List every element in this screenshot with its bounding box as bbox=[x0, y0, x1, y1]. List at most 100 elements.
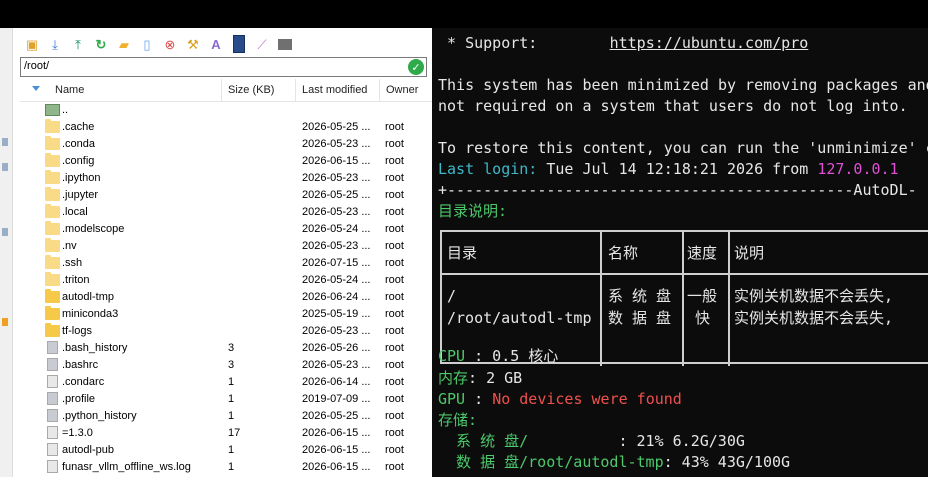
view-icon[interactable] bbox=[229, 34, 249, 54]
file-row[interactable]: .triton 2026-05-24 ... root bbox=[20, 272, 432, 289]
file-row[interactable]: =1.3.0 17 2026-06-15 ... root bbox=[20, 425, 432, 442]
autodl-divider: +---------------------------------------… bbox=[438, 181, 917, 199]
side-tab-strip[interactable] bbox=[0, 28, 13, 477]
file-row[interactable]: .nv 2026-05-23 ... root bbox=[20, 238, 432, 255]
file-row[interactable]: tf-logs 2026-05-23 ... root bbox=[20, 323, 432, 340]
download-icon[interactable]: ⤓ bbox=[45, 34, 65, 54]
file-name: autodl-pub bbox=[62, 444, 114, 456]
column-divider[interactable] bbox=[379, 79, 380, 101]
new-folder-icon[interactable]: ▰ bbox=[114, 34, 134, 54]
file-owner: root bbox=[385, 257, 404, 269]
col-modified-header[interactable]: Last modified bbox=[302, 84, 367, 96]
file-modified: 2026-05-25 ... bbox=[302, 189, 371, 201]
data-disk-label: 数 据 盘/root/autodl-tmp bbox=[438, 453, 664, 471]
file-owner: root bbox=[385, 359, 404, 371]
terminal-icon[interactable] bbox=[275, 34, 295, 54]
minimized-line-1: This system has been minimized by removi… bbox=[438, 76, 928, 94]
col-owner-header[interactable]: Owner bbox=[386, 84, 418, 96]
file-row[interactable]: .condarc 1 2026-06-14 ... root bbox=[20, 374, 432, 391]
folder-icon bbox=[45, 306, 60, 320]
file-name: funasr_vllm_offline_ws.log bbox=[62, 461, 191, 473]
rename-icon[interactable]: A bbox=[206, 34, 226, 54]
restore-line: To restore this content, you can run the… bbox=[438, 139, 928, 157]
file-icon bbox=[47, 426, 58, 439]
side-tab-marker bbox=[2, 318, 8, 326]
file-modified: 2026-05-24 ... bbox=[302, 274, 371, 286]
column-divider[interactable] bbox=[221, 79, 222, 101]
hidden-folder-icon bbox=[45, 187, 60, 201]
file-row[interactable]: autodl-tmp 2026-06-24 ... root bbox=[20, 289, 432, 306]
file-row[interactable]: .modelscope 2026-05-24 ... root bbox=[20, 221, 432, 238]
hidden-folder-icon bbox=[45, 119, 60, 133]
column-divider[interactable] bbox=[295, 79, 296, 101]
file-owner: root bbox=[385, 206, 404, 218]
file-row[interactable]: .ipython 2026-05-23 ... root bbox=[20, 170, 432, 187]
upload-icon[interactable]: ⤒ bbox=[68, 34, 88, 54]
file-row[interactable]: .bash_history 3 2026-05-26 ... root bbox=[20, 340, 432, 357]
file-owner: root bbox=[385, 223, 404, 235]
parent-directory-row[interactable]: .. bbox=[20, 102, 432, 119]
edit-icon[interactable]: ⟋ bbox=[252, 34, 272, 54]
file-row[interactable]: .local 2026-05-23 ... root bbox=[20, 204, 432, 221]
col-size-header[interactable]: Size (KB) bbox=[228, 84, 274, 96]
support-line: * Support: https://ubuntu.com/pro bbox=[438, 33, 808, 53]
file-size: 1 bbox=[228, 410, 235, 422]
gpu-separator: : bbox=[465, 390, 493, 408]
file-row[interactable]: funasr_vllm_offline_ws.log 1 2026-06-15 ..… bbox=[20, 459, 432, 476]
file-owner: root bbox=[385, 155, 404, 167]
file-name: .profile bbox=[62, 393, 96, 405]
file-owner: root bbox=[385, 410, 404, 422]
file-row[interactable]: .python_history 1 2026-05-25 ... root bbox=[20, 408, 432, 425]
file-modified: 2025-05-19 ... bbox=[302, 308, 371, 320]
support-link[interactable]: https://ubuntu.com/pro bbox=[610, 34, 809, 52]
table-cell-speed: 一般 bbox=[687, 287, 718, 305]
table-cell-dir: / bbox=[447, 287, 457, 305]
file-icon bbox=[47, 460, 58, 473]
file-modified: 2026-05-25 ... bbox=[302, 410, 371, 422]
path-input[interactable] bbox=[24, 60, 384, 72]
terminal-panel[interactable]: * Support: https://ubuntu.com/pro This s… bbox=[432, 28, 928, 477]
file-owner: root bbox=[385, 138, 404, 150]
new-file-icon[interactable]: ▯ bbox=[137, 34, 157, 54]
hidden-folder-icon bbox=[45, 170, 60, 184]
file-name: miniconda3 bbox=[62, 308, 119, 320]
table-cell-dir: /root/autodl-tmp bbox=[447, 309, 592, 327]
hidden-folder-icon bbox=[45, 204, 60, 218]
refresh-folder-icon[interactable]: ▣ bbox=[22, 34, 42, 54]
col-name-header[interactable]: Name bbox=[55, 84, 84, 96]
path-bar: ✓ bbox=[20, 57, 427, 77]
parent-directory-label: .. bbox=[62, 104, 69, 116]
side-tab-marker bbox=[2, 228, 8, 236]
cpu-label: CPU bbox=[438, 347, 466, 365]
data-disk-value: : 43% 43G/100G bbox=[663, 453, 791, 471]
minimized-line-2: not required on a system that users do n… bbox=[438, 97, 908, 115]
gpu-label: GPU bbox=[438, 390, 466, 408]
file-row[interactable]: autodl-pub 1 2026-06-15 ... root bbox=[20, 442, 432, 459]
file-row[interactable]: .conda 2026-05-23 ... root bbox=[20, 136, 432, 153]
file-row[interactable]: .config 2026-06-15 ... root bbox=[20, 153, 432, 170]
delete-icon[interactable]: ⊗ bbox=[160, 34, 180, 54]
file-row[interactable]: miniconda3 2025-05-19 ... root bbox=[20, 306, 432, 323]
system-disk-value: : 21% 6.2G/30G bbox=[528, 432, 745, 450]
file-row[interactable]: .ssh 2026-07-15 ... root bbox=[20, 255, 432, 272]
file-name: .triton bbox=[62, 274, 90, 286]
file-row[interactable]: .cache 2026-05-25 ... root bbox=[20, 119, 432, 136]
file-row[interactable]: .jupyter 2026-05-25 ... root bbox=[20, 187, 432, 204]
data-disk-line: 数 据 盘/root/autodl-tmp: 43% 43G/100G bbox=[438, 452, 790, 472]
file-row[interactable]: .bashrc 3 2026-05-23 ... root bbox=[20, 357, 432, 374]
hidden-folder-icon bbox=[45, 153, 60, 167]
file-owner: root bbox=[385, 291, 404, 303]
file-owner: root bbox=[385, 325, 404, 337]
sort-descending-icon[interactable] bbox=[32, 86, 40, 91]
file-modified: 2026-06-15 ... bbox=[302, 155, 371, 167]
confirm-path-icon[interactable]: ✓ bbox=[408, 59, 424, 75]
sync-icon[interactable]: ↻ bbox=[91, 34, 111, 54]
file-name: autodl-tmp bbox=[62, 291, 114, 303]
window-top-bar bbox=[0, 0, 928, 28]
file-size: 17 bbox=[228, 427, 241, 439]
file-owner: root bbox=[385, 393, 404, 405]
properties-icon[interactable]: ⚒ bbox=[183, 34, 203, 54]
file-name: tf-logs bbox=[62, 325, 92, 337]
file-row[interactable]: .profile 1 2019-07-09 ... root bbox=[20, 391, 432, 408]
side-tab-marker bbox=[2, 138, 8, 146]
